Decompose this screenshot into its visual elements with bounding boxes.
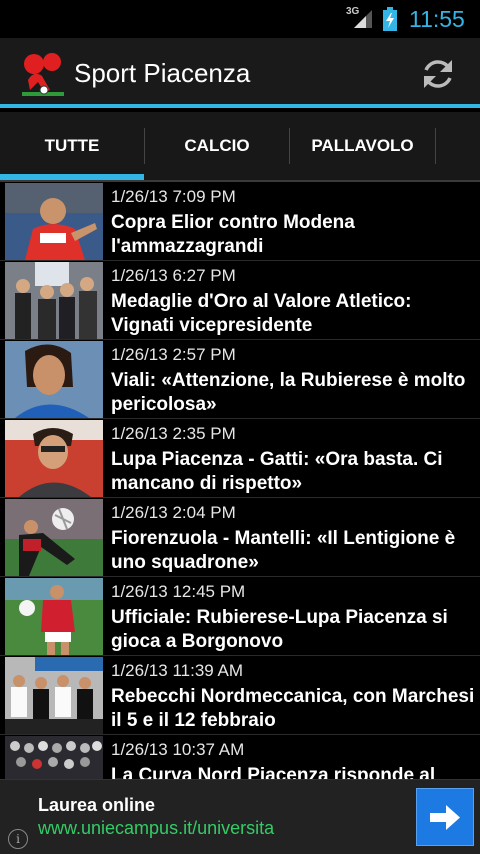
news-title: Ufficiale: Rubierese-Lupa Piacenza si gi… (111, 607, 448, 652)
action-bar: Sport Piacenza (0, 38, 480, 108)
news-item[interactable]: 1/26/13 2:57 PM Viali: «Attenzione, la R… (0, 340, 480, 419)
news-item[interactable]: 1/26/13 6:27 PM Medaglie d'Oro al Valore… (0, 261, 480, 340)
tab-divider (435, 128, 436, 164)
clock: 11:55 (409, 6, 465, 32)
tab-pallavolo[interactable]: PALLAVOLO (290, 112, 435, 180)
tab-selected-indicator (0, 174, 144, 180)
app-logo-icon[interactable] (20, 50, 66, 98)
tab-calcio[interactable]: CALCIO (145, 112, 289, 180)
news-thumbnail (5, 736, 103, 779)
refresh-icon[interactable] (418, 54, 458, 94)
news-thumbnail (5, 657, 103, 734)
news-thumbnail (5, 262, 103, 339)
news-title: La Curva Nord Piacenza risponde al (111, 765, 436, 779)
ad-title: Laurea online (38, 795, 156, 815)
news-date: 1/26/13 7:09 PM (111, 187, 236, 206)
news-item[interactable]: 1/26/13 10:37 AM La Curva Nord Piacenza … (0, 735, 480, 779)
arrow-right-icon (430, 805, 460, 830)
news-date: 1/26/13 2:35 PM (111, 424, 236, 443)
tab-label: CALCIO (184, 136, 250, 155)
ad-go-button[interactable] (416, 788, 474, 846)
news-date: 1/26/13 6:27 PM (111, 266, 236, 285)
tab-label: TUTTE (44, 136, 100, 155)
news-title: Fiorenzuola - Mantelli: «Il Lentigione è… (111, 528, 456, 573)
status-bar: 3G 11:55 (0, 0, 480, 38)
news-item[interactable]: 1/26/13 2:35 PM Lupa Piacenza - Gatti: «… (0, 419, 480, 498)
news-date: 1/26/13 11:39 AM (111, 661, 244, 680)
ad-url[interactable]: www.uniecampus.it/universita (38, 818, 274, 839)
app-title: Sport Piacenza (74, 58, 251, 88)
tab-tutte[interactable]: TUTTE (0, 112, 144, 180)
news-item[interactable]: 1/26/13 7:09 PM Copra Elior contro Moden… (0, 182, 480, 261)
info-icon[interactable]: i (8, 829, 28, 849)
news-title: Rebecchi Nordmeccanica, con Marchesi il … (111, 686, 475, 731)
news-date: 1/26/13 2:04 PM (111, 503, 236, 522)
news-thumbnail (5, 420, 103, 497)
news-thumbnail (5, 183, 103, 260)
news-title: Viali: «Attenzione, la Rubierese è molto… (111, 370, 466, 415)
news-thumbnail (5, 341, 103, 418)
news-list[interactable]: 1/26/13 7:09 PM Copra Elior contro Moden… (0, 182, 480, 779)
signal-icon (354, 10, 372, 28)
news-thumbnail (5, 578, 103, 655)
news-title: Lupa Piacenza - Gatti: «Ora basta. Ci ma… (111, 449, 443, 494)
news-date: 1/26/13 12:45 PM (111, 582, 246, 601)
tab-bar: TUTTE CALCIO PALLAVOLO (0, 112, 480, 182)
tab-label: PALLAVOLO (311, 136, 414, 155)
news-item[interactable]: 1/26/13 12:45 PM Ufficiale: Rubierese-Lu… (0, 577, 480, 656)
news-item[interactable]: 1/26/13 11:39 AM Rebecchi Nordmeccanica,… (0, 656, 480, 735)
news-thumbnail (5, 499, 103, 576)
battery-charging-icon (383, 7, 397, 31)
news-item[interactable]: 1/26/13 2:04 PM Fiorenzuola - Mantelli: … (0, 498, 480, 577)
news-date: 1/26/13 10:37 AM (111, 740, 245, 759)
news-date: 1/26/13 2:57 PM (111, 345, 236, 364)
ad-banner[interactable]: Laurea online www.uniecampus.it/universi… (0, 779, 480, 854)
news-title: Medaglie d'Oro al Valore Atletico: Vigna… (111, 291, 412, 336)
news-title: Copra Elior contro Modena l'ammazzagrand… (111, 212, 355, 257)
